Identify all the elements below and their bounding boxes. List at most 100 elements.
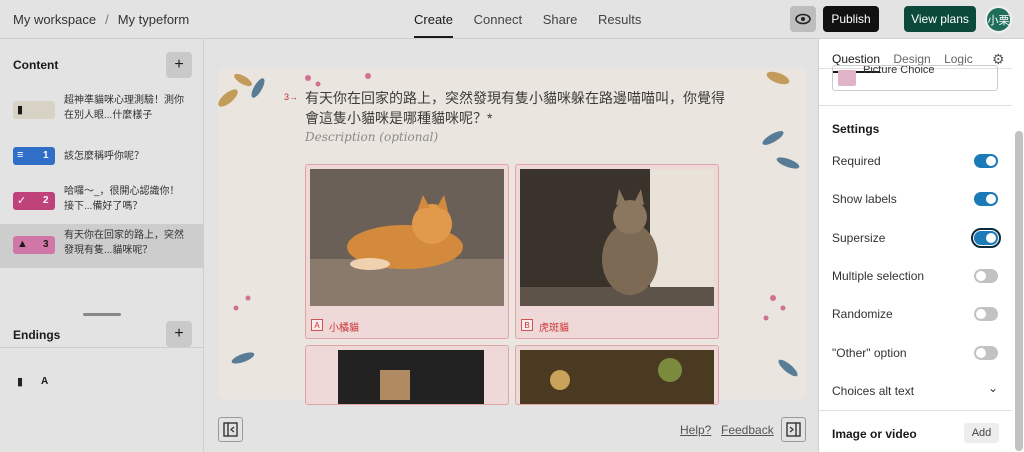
collapse-left-panel-button[interactable] xyxy=(218,417,243,442)
setting-multiple-selection: Multiple selection xyxy=(832,266,1002,286)
tab-logic[interactable]: Logic xyxy=(944,52,973,66)
add-media-button[interactable]: Add xyxy=(964,423,999,443)
plus-icon: + xyxy=(174,325,184,342)
add-ending-button[interactable]: + xyxy=(166,321,192,347)
show-labels-toggle[interactable] xyxy=(974,192,998,206)
help-link[interactable]: Help? xyxy=(680,423,711,437)
feedback-link[interactable]: Feedback xyxy=(721,423,774,437)
section-divider xyxy=(819,410,1012,411)
question-item-label: 超神準貓咪心理測驗！測你在別人眼...什麼樣子 xyxy=(64,95,184,121)
question-type-label: Picture Choice xyxy=(863,65,935,76)
choices-alt-text-expander[interactable]: Choices alt text ⌄ xyxy=(832,381,1002,401)
avatar[interactable]: 小栗 xyxy=(985,6,1012,33)
setting-supersize: Supersize xyxy=(832,228,1002,248)
cat-photo-c xyxy=(310,350,504,404)
randomize-toggle[interactable] xyxy=(974,307,998,321)
question-item-2[interactable]: ✓ 2 哈囉～_，很開心認識你！接下...備好了嗎？ xyxy=(0,180,204,224)
question-item-3[interactable]: ▲ 3 有天你在回家的路上，突然發現有隻...貓咪呢？ xyxy=(0,224,204,268)
top-bar: My workspace / My typeform Create Connect … xyxy=(0,0,1024,39)
content-title: Content xyxy=(13,58,59,72)
breadcrumb-separator: / xyxy=(105,12,109,27)
question-title[interactable]: 有天你在回家的路上，突然發現有隻小貓咪躲在路邊喵喵叫，你覺得會這隻小貓咪是哪種貓… xyxy=(305,88,725,128)
choice-a[interactable]: A 小橘貓 xyxy=(305,164,509,339)
sidebar-toggle-icon xyxy=(223,422,238,437)
eye-icon xyxy=(795,13,811,25)
nav-results[interactable]: Results xyxy=(598,12,641,38)
short-text-icon: ≡ 1 xyxy=(13,147,55,165)
cat-photo-d xyxy=(520,350,714,404)
supersize-toggle[interactable] xyxy=(971,228,1001,248)
sidebar-toggle-icon xyxy=(786,422,801,437)
main-nav: Create Connect Share Results xyxy=(414,12,658,38)
sidebar-divider xyxy=(0,347,204,348)
picture-choice-icon xyxy=(838,70,856,86)
orange-cat-photo xyxy=(310,169,504,306)
view-plans-button[interactable]: View plans xyxy=(904,6,976,32)
preview-button[interactable] xyxy=(790,6,816,32)
choice-label-b: 虎斑貓 xyxy=(539,323,569,334)
endings-title: Endings xyxy=(13,328,61,342)
choice-label-a: 小橘貓 xyxy=(329,323,359,334)
multiple-selection-toggle[interactable] xyxy=(974,269,998,283)
yes-no-check-icon: ✓ 2 xyxy=(13,192,55,210)
settings-title: Settings xyxy=(832,122,880,136)
question-item-label: 哈囉～_，很開心認識你！接下...備好了嗎？ xyxy=(64,186,180,212)
publish-button[interactable]: Publish xyxy=(823,6,879,32)
setting-label: Randomize xyxy=(832,307,893,321)
image-video-title: Image or video xyxy=(832,427,917,441)
question-description[interactable]: Description (optional) xyxy=(305,130,438,144)
welcome-glyph: ▮ xyxy=(17,104,24,116)
settings-panel: Question Design Logic ⚙ Picture Choice S… xyxy=(818,39,1024,452)
nav-share[interactable]: Share xyxy=(543,12,578,38)
setting-label: Show labels xyxy=(832,192,897,206)
question-number: 1 xyxy=(43,150,49,161)
required-toggle[interactable] xyxy=(974,154,998,168)
collapse-right-panel-button[interactable] xyxy=(781,417,806,442)
welcome-screen-icon: ▮ xyxy=(13,101,55,119)
nav-create[interactable]: Create xyxy=(414,12,454,38)
setting-label: Multiple selection xyxy=(832,269,925,283)
setting-label: Supersize xyxy=(832,231,886,245)
question-number-marker: 3→ xyxy=(284,92,299,102)
picture-choice-icon: ▲ 3 xyxy=(13,236,55,254)
question-number: 3 xyxy=(43,239,49,250)
ending-screen-icon: ▮ A xyxy=(13,373,53,391)
breadcrumb-form-name[interactable]: My typeform xyxy=(118,12,190,27)
ending-glyph: ▮ xyxy=(17,376,24,388)
choice-key-b: B xyxy=(521,319,533,331)
choice-b[interactable]: B 虎斑貓 xyxy=(515,164,719,339)
breadcrumb: My workspace / My typeform xyxy=(13,12,189,27)
picture-glyph: ▲ xyxy=(17,238,28,250)
nav-connect[interactable]: Connect xyxy=(474,12,522,38)
add-question-button[interactable]: + xyxy=(166,52,192,78)
question-type-select[interactable]: Picture Choice xyxy=(832,65,998,91)
question-item-label: 有天你在回家的路上，突然發現有隻...貓咪呢？ xyxy=(64,230,184,256)
section-divider xyxy=(819,105,1012,106)
short-text-glyph: ≡ xyxy=(17,149,24,161)
check-glyph: ✓ xyxy=(17,195,27,207)
question-item-1[interactable]: ≡ 1 該怎麼稱呼你呢？ xyxy=(0,135,204,179)
resize-handle[interactable] xyxy=(83,313,121,316)
tabby-cat-photo xyxy=(520,169,714,306)
question-item-welcome[interactable]: ▮ 超神準貓咪心理測驗！測你在別人眼...什麼樣子 xyxy=(0,89,204,133)
choice-c[interactable] xyxy=(305,345,509,405)
setting-randomize: Randomize xyxy=(832,304,1002,324)
setting-label: "Other" option xyxy=(832,346,907,360)
question-item-label: 該怎麼稱呼你呢？ xyxy=(64,151,144,162)
tab-design[interactable]: Design xyxy=(893,52,930,66)
plus-icon: + xyxy=(174,56,184,73)
breadcrumb-workspace[interactable]: My workspace xyxy=(13,12,96,27)
scrollbar[interactable] xyxy=(1015,131,1023,451)
ending-letter: A xyxy=(41,376,49,387)
setting-other-option: "Other" option xyxy=(832,343,1002,363)
other-option-toggle[interactable] xyxy=(974,346,998,360)
question-number: 2 xyxy=(43,195,49,206)
setting-show-labels: Show labels xyxy=(832,189,1002,209)
choice-d[interactable] xyxy=(515,345,719,405)
choice-key-a: A xyxy=(311,319,323,331)
ending-item[interactable]: ▮ A xyxy=(0,367,204,411)
setting-label: Choices alt text xyxy=(832,384,915,398)
setting-label: Required xyxy=(832,154,881,168)
content-sidebar: Content + ▮ 超神準貓咪心理測驗！測你在別人眼...什麼樣子 ≡ 1 該… xyxy=(0,39,204,452)
setting-required: Required xyxy=(832,151,1002,171)
